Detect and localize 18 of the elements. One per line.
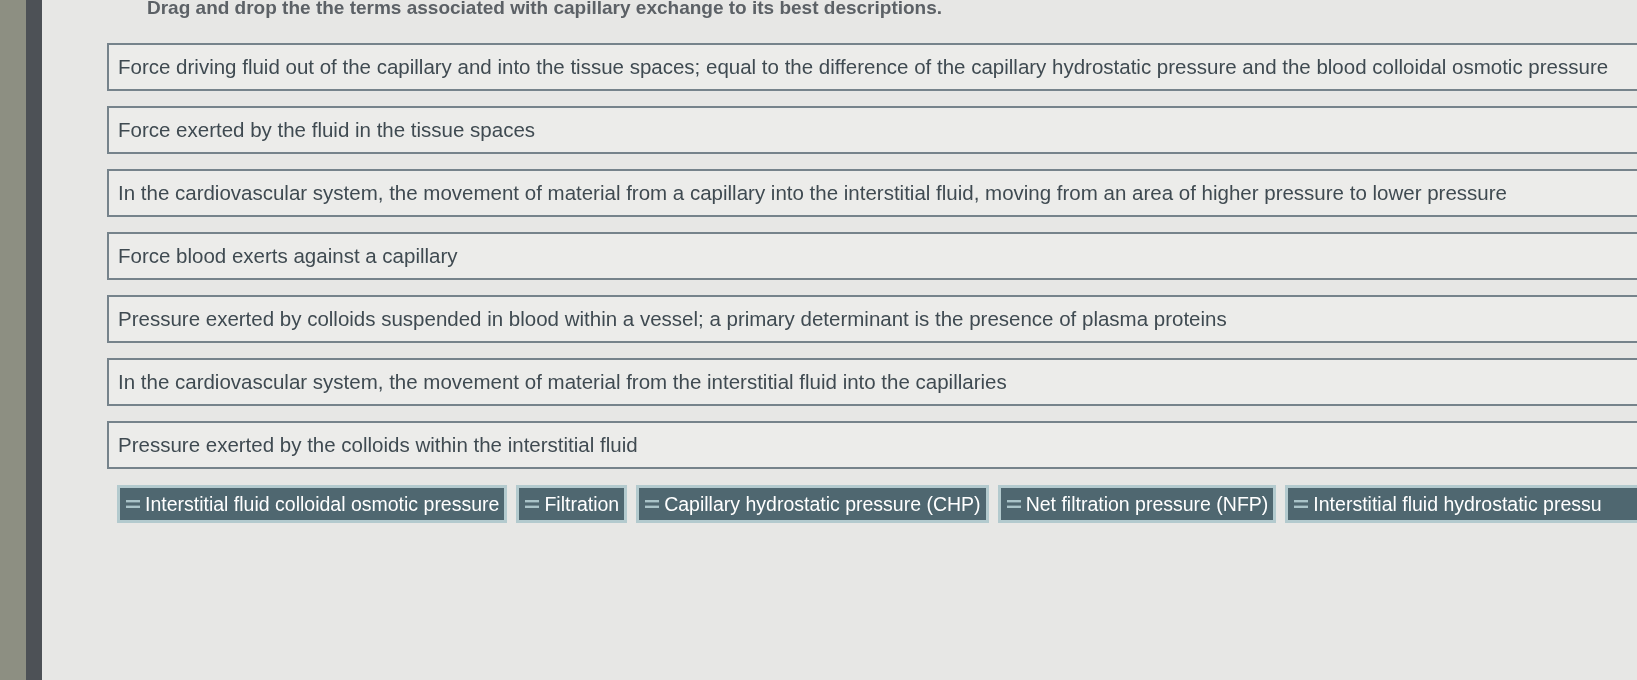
term-chip[interactable]: Capillary hydrostatic pressure (CHP) xyxy=(636,485,989,523)
description-box: Force driving fluid out of the capillary and into the tissue spaces; equal to the difference of the capillary hydrostatic pressure and the blood colloidal osmotic pressure xyxy=(107,43,1637,91)
description-box: Pressure exerted by the colloids within the interstitial fluid xyxy=(107,421,1637,469)
description-box: In the cardiovascular system, the movement of material from a capillary into the interstitial fluid, moving from an area of higher pressure to lower pressure xyxy=(107,169,1637,217)
description-box: Pressure exerted by colloids suspended in blood within a vessel; a primary determinant is the presence of plasma proteins xyxy=(107,295,1637,343)
drag-handle-icon[interactable] xyxy=(645,499,660,509)
term-chip[interactable]: Net filtration pressure (NFP) xyxy=(997,485,1277,523)
description-box: Force blood exerts against a capillary xyxy=(107,232,1637,280)
drag-handle-icon[interactable] xyxy=(1006,499,1021,509)
drag-handle-icon[interactable] xyxy=(126,499,140,509)
drag-handle-icon[interactable] xyxy=(1294,499,1309,509)
description-box: In the cardiovascular system, the movement of material from the interstitial fluid into the capillaries xyxy=(107,358,1637,406)
instruction-text: Drag and drop the the terms associated with capillary exchange to its best descriptions. xyxy=(146,0,944,19)
term-chip[interactable]: Filtration xyxy=(516,485,628,523)
drag-handle-icon[interactable] xyxy=(525,499,540,509)
description-box: Force exerted by the fluid in the tissue spaces xyxy=(107,106,1637,154)
term-chip[interactable]: Interstitial fluid hydrostatic pressu xyxy=(1285,485,1637,523)
term-chip[interactable]: Interstitial fluid colloidal osmotic pressure xyxy=(117,485,508,523)
